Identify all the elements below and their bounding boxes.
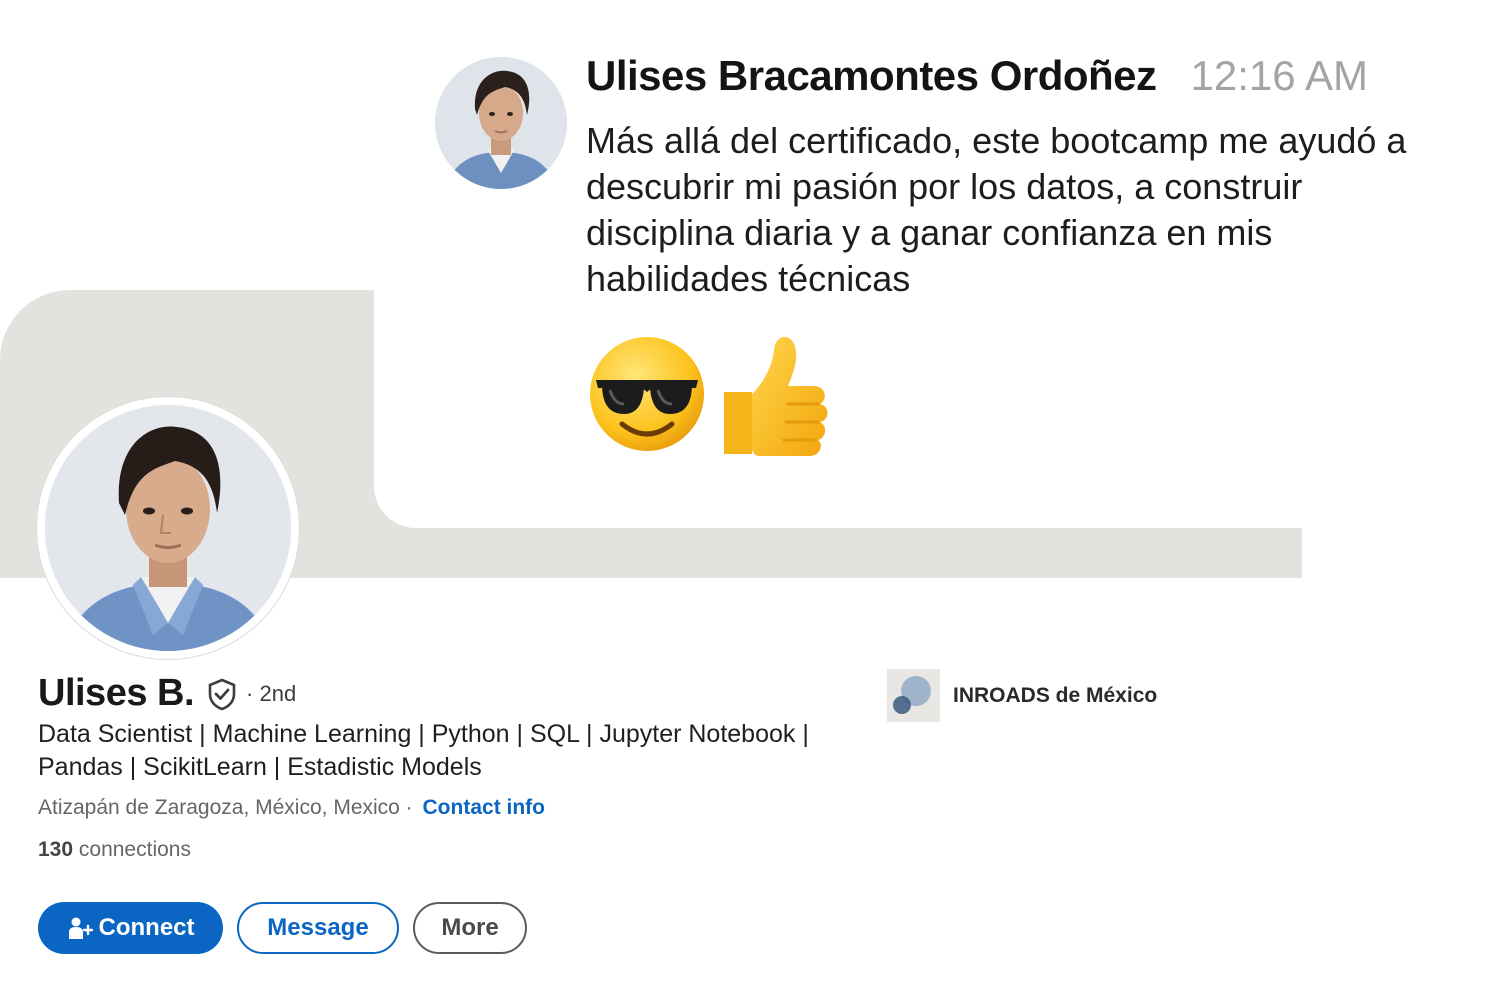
- more-button[interactable]: More: [413, 902, 527, 954]
- thumbs-up-icon: [724, 336, 828, 456]
- message-author-name[interactable]: Ulises Bracamontes Ordoñez: [586, 52, 1157, 99]
- message-button[interactable]: Message: [237, 902, 399, 954]
- contact-info-link[interactable]: Contact info: [423, 796, 545, 819]
- connections-count[interactable]: 130 connections: [38, 838, 191, 862]
- connection-degree: · 2nd: [246, 680, 297, 706]
- message-emoji-row: [588, 330, 832, 458]
- message-body: Más allá del certificado, este bootcamp …: [586, 120, 1407, 299]
- connect-button[interactable]: Connect: [38, 902, 223, 954]
- message-author-avatar[interactable]: [435, 57, 567, 189]
- profile-location: Atizapán de Zaragoza, México, Mexico ·: [38, 796, 413, 819]
- smiling-face-with-sunglasses-icon: [590, 337, 704, 451]
- connect-label: Connect: [98, 914, 195, 941]
- profile-headline: Data Scientist | Machine Learning | Pyth…: [38, 720, 809, 781]
- message-header: Ulises Bracamontes Ordoñez 12:16 AM: [586, 52, 1368, 100]
- message-timestamp: 12:16 AM: [1190, 52, 1368, 99]
- profile-photo[interactable]: [37, 397, 299, 659]
- verified-shield-icon[interactable]: [206, 677, 238, 711]
- connections-label: connections: [78, 838, 191, 861]
- profile-name-row: Ulises B. · 2nd: [38, 672, 296, 715]
- current-company[interactable]: INROADS de México: [887, 669, 1157, 722]
- profile-actions: Connect Message More: [38, 902, 527, 954]
- company-logo: [887, 669, 940, 722]
- screen: Ulises Bracamontes Ordoñez 12:16 AM Más a…: [0, 0, 1494, 990]
- connections-number: 130: [38, 838, 74, 861]
- add-person-icon: [68, 917, 93, 939]
- location-row: Atizapán de Zaragoza, México, Mexico · C…: [38, 796, 545, 820]
- profile-name: Ulises B.: [38, 672, 195, 714]
- company-name: INROADS de México: [953, 683, 1158, 707]
